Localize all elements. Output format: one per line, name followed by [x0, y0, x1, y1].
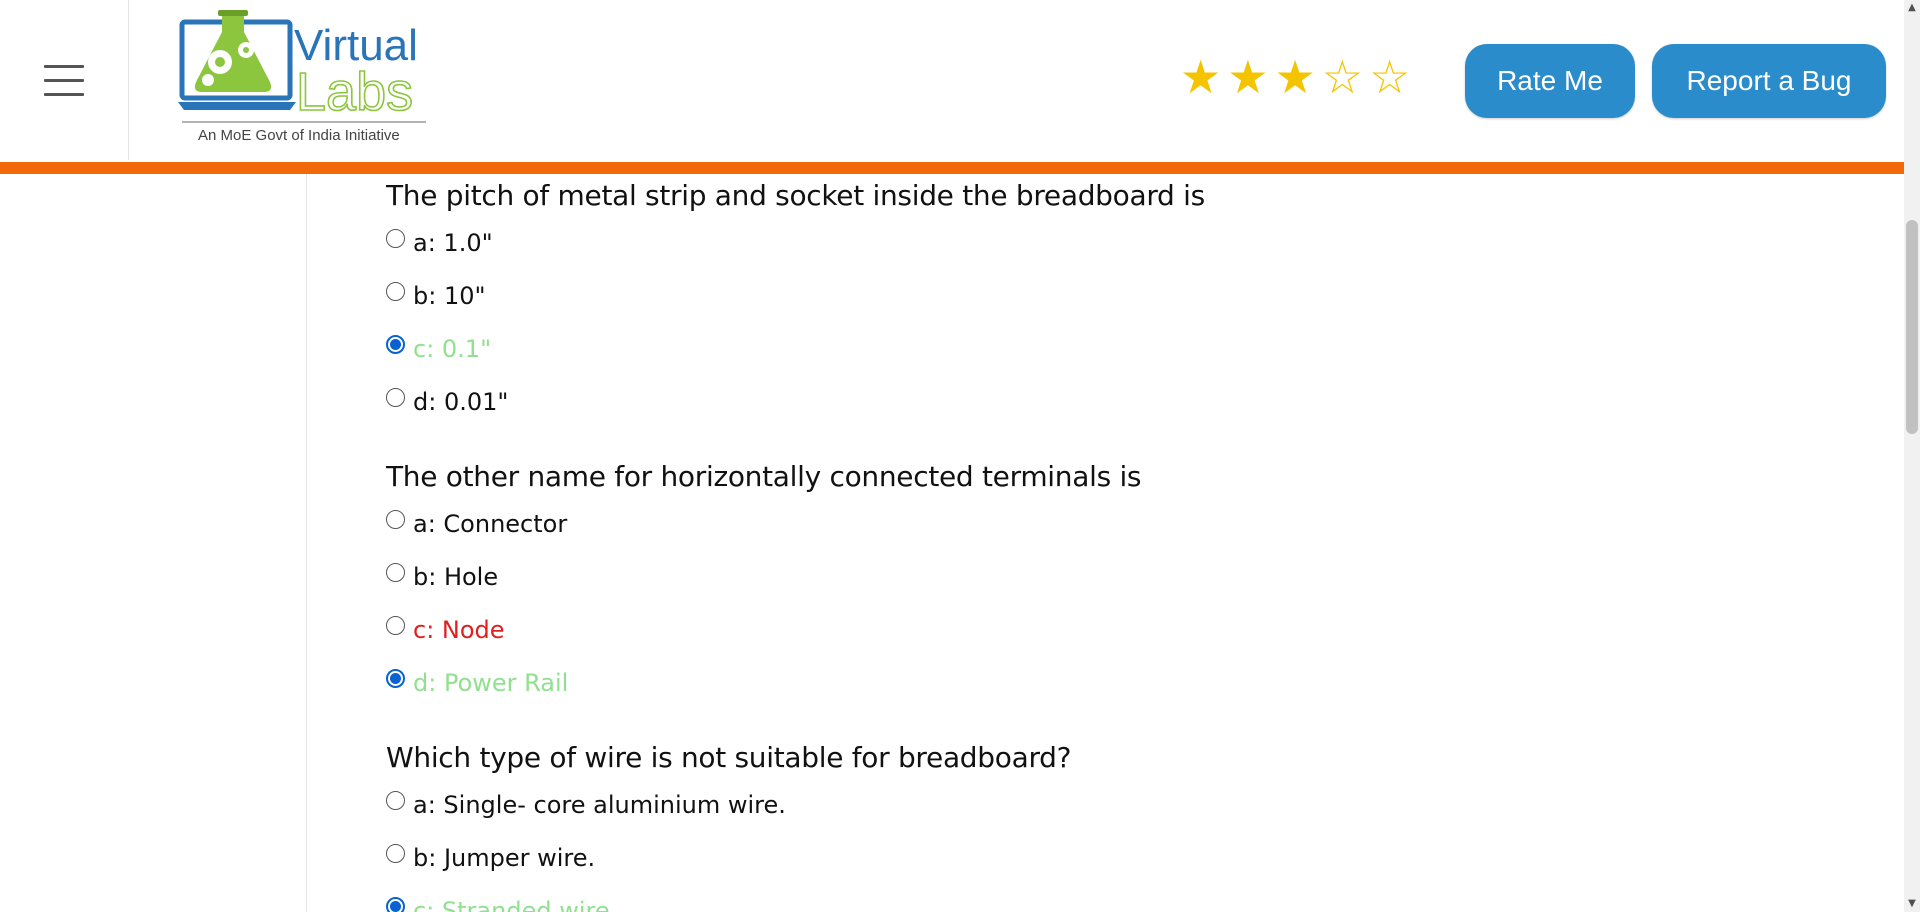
radio-button[interactable] [386, 510, 405, 529]
option-label: a: Single- core aluminium wire. [413, 790, 786, 819]
option-label: b: 10" [413, 281, 486, 310]
rating-stars[interactable]: ★ ★ ★ ☆ ☆ [1180, 54, 1410, 100]
option-label: a: 1.0" [413, 228, 493, 257]
option-label: b: Hole [413, 562, 499, 591]
star-filled-icon[interactable]: ★ [1275, 54, 1316, 100]
radio-button[interactable] [386, 388, 405, 407]
radio-button[interactable] [386, 282, 405, 301]
option-c[interactable]: c: 0.1" [386, 322, 1866, 375]
star-filled-icon[interactable]: ★ [1227, 54, 1268, 100]
hamburger-menu-icon [44, 64, 84, 96]
star-empty-icon[interactable]: ☆ [1369, 54, 1410, 100]
option-b[interactable]: b: 10" [386, 269, 1866, 322]
radio-button-checked[interactable] [386, 669, 405, 688]
sidebar-divider [306, 174, 307, 912]
question-text: The other name for horizontally connecte… [386, 460, 1142, 493]
option-a[interactable]: a: 1.0" [386, 216, 1866, 269]
scrollbar-track[interactable] [1904, 0, 1920, 912]
header-accent-bar [0, 162, 1904, 174]
question-1: The pitch of metal strip and socket insi… [386, 176, 1866, 428]
hamburger-menu-button[interactable] [0, 0, 129, 160]
option-b[interactable]: b: Hole [386, 550, 1866, 603]
option-c[interactable]: c: Node [386, 603, 1866, 656]
report-bug-button[interactable]: Report a Bug [1652, 44, 1886, 118]
laptop-base-shape [178, 102, 296, 110]
radio-button-checked[interactable] [386, 897, 405, 912]
scroll-up-arrow-icon[interactable]: ▲ [1904, 0, 1920, 16]
option-label-correct: c: Stranded wire [413, 896, 610, 912]
option-label: a: Connector [413, 509, 568, 538]
star-empty-icon[interactable]: ☆ [1322, 54, 1363, 100]
question-2: The other name for horizontally connecte… [386, 457, 1866, 709]
star-filled-icon[interactable]: ★ [1180, 54, 1221, 100]
quiz-content: The pitch of metal strip and socket insi… [386, 174, 1866, 912]
radio-button[interactable] [386, 229, 405, 248]
option-label-wrong: c: Node [413, 615, 505, 644]
question-text: Which type of wire is not suitable for b… [386, 741, 1072, 774]
option-a[interactable]: a: Connector [386, 497, 1866, 550]
scrollbar-thumb[interactable] [1906, 220, 1918, 434]
radio-button[interactable] [386, 563, 405, 582]
option-c[interactable]: c: Stranded wire [386, 884, 1866, 912]
radio-button[interactable] [386, 791, 405, 810]
question-text: The pitch of metal strip and socket insi… [386, 179, 1205, 212]
option-b[interactable]: b: Jumper wire. [386, 831, 1866, 884]
radio-button[interactable] [386, 844, 405, 863]
logo-tagline: An MoE Govt of India Initiative [198, 127, 400, 144]
option-label: b: Jumper wire. [413, 843, 596, 872]
option-d[interactable]: d: Power Rail [386, 656, 1866, 709]
site-header: Virtual Labs An MoE Govt of India Initia… [0, 0, 1904, 162]
scroll-down-arrow-icon[interactable]: ▼ [1904, 896, 1920, 912]
option-d[interactable]: d: 0.01" [386, 375, 1866, 428]
radio-button[interactable] [386, 616, 405, 635]
virtual-labs-logo[interactable]: Virtual Labs An MoE Govt of India Initia… [178, 10, 430, 145]
option-a[interactable]: a: Single- core aluminium wire. [386, 778, 1866, 831]
logo-text-labs: Labs [296, 62, 413, 122]
option-label-correct: d: Power Rail [413, 668, 569, 697]
option-label: d: 0.01" [413, 387, 509, 416]
question-3: Which type of wire is not suitable for b… [386, 738, 1866, 912]
rate-me-button[interactable]: Rate Me [1465, 44, 1635, 118]
option-label-correct: c: 0.1" [413, 334, 492, 363]
radio-button-checked[interactable] [386, 335, 405, 354]
